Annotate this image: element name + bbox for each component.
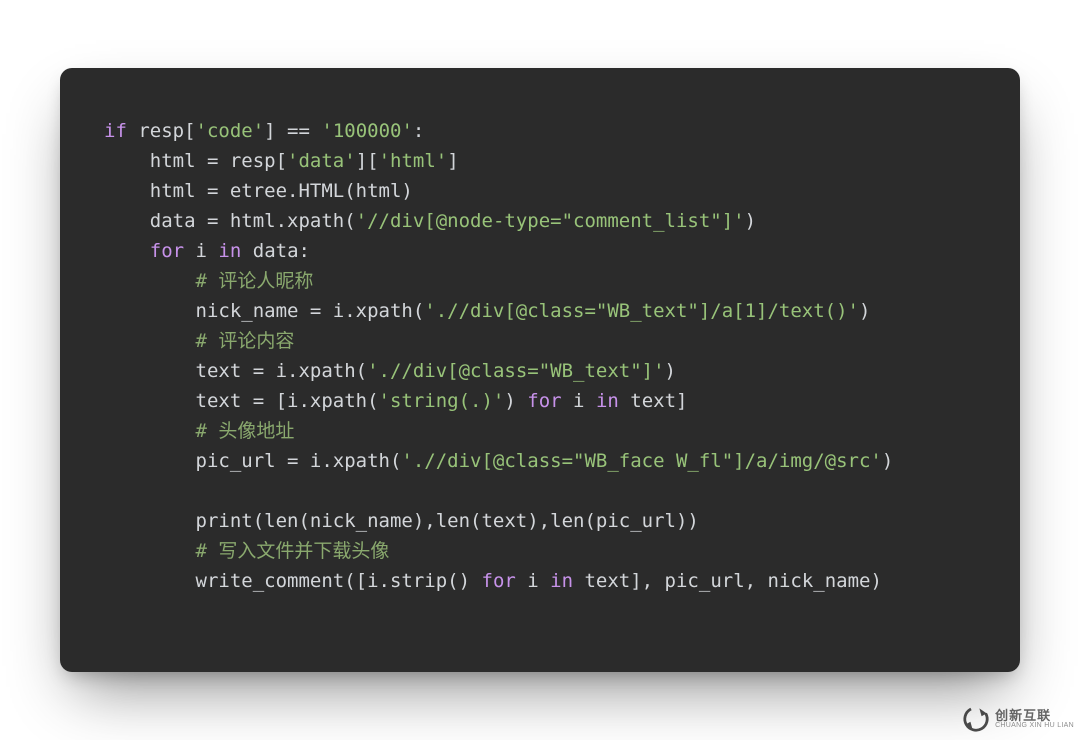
code-token: # 头像地址 (196, 420, 295, 442)
watermark-text-cn: 创新互联 (995, 709, 1074, 723)
code-token: 'code' (196, 120, 265, 142)
code-token: text = i.xpath( (196, 360, 368, 382)
code-token: ] == (264, 120, 321, 142)
code-line: if resp['code'] == '100000': (104, 120, 424, 142)
code-token: text], pic_url, nick_name) (573, 570, 882, 592)
code-token: ) (665, 360, 676, 382)
code-token: ) (745, 210, 756, 232)
code-token: text] (619, 390, 688, 412)
code-token: ] (447, 150, 458, 172)
code-line: pic_url = i.xpath('.//div[@class="WB_fac… (104, 450, 893, 472)
code-token: # 评论人昵称 (196, 270, 314, 292)
code-line: text = i.xpath('.//div[@class="WB_text"]… (104, 360, 676, 382)
code-token: # 写入文件并下载头像 (196, 540, 390, 562)
code-token: i (516, 570, 550, 592)
code-token: '//div[@node-type="comment_list"]' (356, 210, 745, 232)
code-token: for (527, 390, 561, 412)
code-token: in (596, 390, 619, 412)
code-line: # 头像地址 (104, 420, 294, 442)
code-line: for i in data: (104, 240, 310, 262)
code-token: if (104, 120, 127, 142)
code-line: print(len(nick_name),len(text),len(pic_u… (104, 510, 699, 532)
code-token: pic_url = i.xpath( (196, 450, 402, 472)
code-token: for (150, 240, 184, 262)
code-token: '100000' (321, 120, 413, 142)
code-token: write_comment([i.strip() (196, 570, 482, 592)
code-token: text = [i.xpath( (196, 390, 379, 412)
code-token: data: (241, 240, 310, 262)
code-token: './/div[@class="WB_text"]/a[1]/text()' (424, 300, 859, 322)
code-token: 'data' (287, 150, 356, 172)
code-token: 'html' (379, 150, 448, 172)
watermark-text: 创新互联 CHUANG XIN HU LIAN (995, 709, 1074, 730)
code-block: if resp['code'] == '100000': html = resp… (104, 116, 976, 596)
code-token: i (562, 390, 596, 412)
code-line: text = [i.xpath('string(.)') for i in te… (104, 390, 687, 412)
code-token: 'string(.)' (379, 390, 505, 412)
code-token: i (184, 240, 218, 262)
watermark: 创新互联 CHUANG XIN HU LIAN (961, 704, 1074, 734)
code-token: './/div[@class="WB_face W_fl"]/a/img/@sr… (401, 450, 881, 472)
code-line: write_comment([i.strip() for i in text],… (104, 570, 882, 592)
code-token: ) (504, 390, 527, 412)
watermark-text-pinyin: CHUANG XIN HU LIAN (995, 722, 1074, 729)
code-line: html = resp['data']['html'] (104, 150, 459, 172)
code-token: : (413, 120, 424, 142)
code-line: # 评论人昵称 (104, 270, 313, 292)
code-card: if resp['code'] == '100000': html = resp… (60, 68, 1020, 672)
code-token: ) (882, 450, 893, 472)
code-token: ) (859, 300, 870, 322)
code-token: ][ (356, 150, 379, 172)
code-token: html = resp[ (150, 150, 287, 172)
code-line (104, 480, 196, 502)
code-token: './/div[@class="WB_text"]' (367, 360, 664, 382)
code-line: data = html.xpath('//div[@node-type="com… (104, 210, 756, 232)
code-token: # 评论内容 (196, 330, 295, 352)
code-token: for (482, 570, 516, 592)
code-token: in (550, 570, 573, 592)
code-line: # 写入文件并下载头像 (104, 540, 389, 562)
code-line: nick_name = i.xpath('.//div[@class="WB_t… (104, 300, 870, 322)
code-line: html = etree.HTML(html) (104, 180, 413, 202)
code-token: resp[ (127, 120, 196, 142)
code-token: in (218, 240, 241, 262)
code-token: print(len(nick_name),len(text),len(pic_u… (196, 510, 699, 532)
code-line: # 评论内容 (104, 330, 294, 352)
watermark-logo-icon (961, 704, 991, 734)
code-token: data = html.xpath( (150, 210, 356, 232)
code-token: html = etree.HTML(html) (150, 180, 413, 202)
code-token: nick_name = i.xpath( (196, 300, 425, 322)
